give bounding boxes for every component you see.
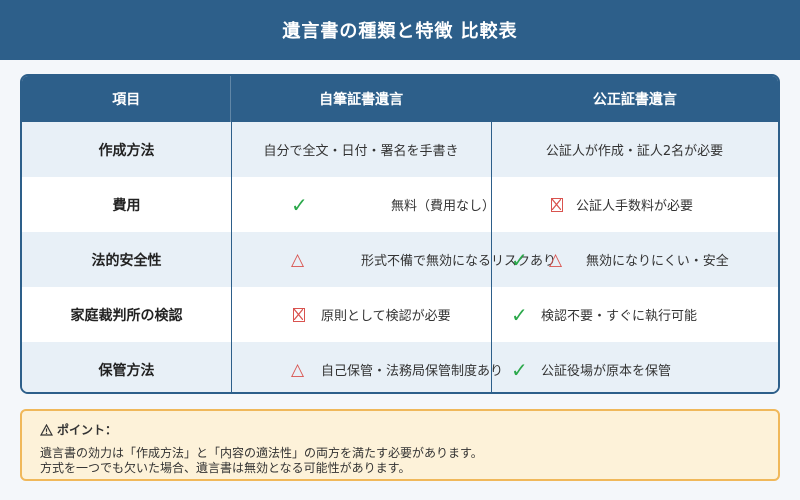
row-label: 法的安全性: [91, 252, 162, 269]
cell-text: 自分で全文・日付・署名を手書き: [263, 144, 459, 159]
table-row: 家庭裁判所の検認 原則として検認が必要 ✓ 検認不要・すぐに執行可能: [22, 287, 778, 342]
check-icon: ✓: [511, 247, 528, 272]
cell-notarial: ✓ △ 無効になりにくい・安全: [491, 232, 778, 287]
cell-text: 原則として検認が必要: [321, 309, 451, 324]
cell-holographic: △ 自己保管・法務局保管制度あり: [231, 342, 503, 392]
cell-text: 無料（費用なし）: [391, 199, 496, 214]
check-icon: ✓: [291, 192, 308, 217]
header-notarial-will: 公正証書遺言: [592, 92, 677, 108]
cell-text: 公証人が作成・証人2名が必要: [545, 144, 724, 159]
cell-notarial: ✓ 検認不要・すぐに執行可能: [491, 287, 778, 342]
row-label: 家庭裁判所の検認: [70, 307, 183, 324]
check-icon: ✓: [511, 357, 528, 382]
cell-holographic: 原則として検認が必要: [231, 287, 491, 342]
triangle-icon: △: [291, 359, 305, 380]
column-divider: [231, 76, 232, 392]
triangle-icon: △: [549, 249, 563, 270]
comparison-table: 項目 自筆証書遺言 公正証書遺言 作成方法 自分で全文・日付・署名を手書き 公証…: [20, 74, 780, 394]
table-row: 保管方法 △ 自己保管・法務局保管制度あり ✓ 公証役場が原本を保管: [22, 342, 778, 392]
row-label: 費用: [112, 197, 141, 214]
row-label: 保管方法: [98, 362, 155, 379]
triangle-icon: △: [291, 249, 305, 270]
cell-text: 検認不要・すぐに執行可能: [541, 309, 698, 324]
x-box-icon: [551, 197, 563, 212]
warning-icon: [40, 423, 53, 436]
point-title-row: ポイント：: [40, 421, 760, 438]
row-label: 作成方法: [98, 142, 155, 159]
cell-notarial: ✓ 公証役場が原本を保管: [491, 342, 778, 392]
point-line: 方式を一つでも欠いた場合、遺言書は無効となる可能性があります。: [40, 461, 411, 475]
table-header-row: 項目 自筆証書遺言 公正証書遺言: [22, 76, 778, 122]
cell-text: 公証人手数料が必要: [576, 199, 694, 214]
point-title: ポイント：: [57, 423, 118, 437]
cell-notarial: 公証人が作成・証人2名が必要: [491, 122, 778, 177]
page-title: 遺言書の種類と特徴 比較表: [282, 21, 518, 42]
cell-holographic: △ 形式不備で無効になるリスクあり: [231, 232, 556, 287]
cell-text: 公証役場が原本を保管: [541, 364, 672, 379]
cell-text: 自己保管・法務局保管制度あり: [321, 364, 504, 379]
column-divider: [491, 76, 492, 392]
cell-notarial: 公証人手数料が必要: [491, 177, 778, 232]
point-line: 遺言書の効力は「作成方法」と「内容の適法性」の両方を満たす必要があります。: [40, 446, 483, 460]
cell-holographic: 自分で全文・日付・署名を手書き: [231, 122, 491, 177]
cell-holographic: ✓ 無料（費用なし）: [231, 177, 495, 232]
header-item: 項目: [22, 76, 232, 122]
table-row: 法的安全性 △ 形式不備で無効になるリスクあり ✓ △ 無効になりにくい・安全: [22, 232, 778, 287]
header-holographic-will: 自筆証書遺言: [231, 76, 492, 122]
table-row: 作成方法 自分で全文・日付・署名を手書き 公証人が作成・証人2名が必要: [22, 122, 778, 177]
x-box-icon: [293, 307, 305, 322]
cell-text: 無効になりにくい・安全: [586, 254, 729, 269]
check-icon: ✓: [511, 302, 528, 327]
point-note: ポイント： 遺言書の効力は「作成方法」と「内容の適法性」の両方を満たす必要があり…: [20, 409, 780, 481]
table-row: 費用 ✓ 無料（費用なし） 公証人手数料が必要: [22, 177, 778, 232]
page-header: 遺言書の種類と特徴 比較表: [0, 0, 800, 60]
